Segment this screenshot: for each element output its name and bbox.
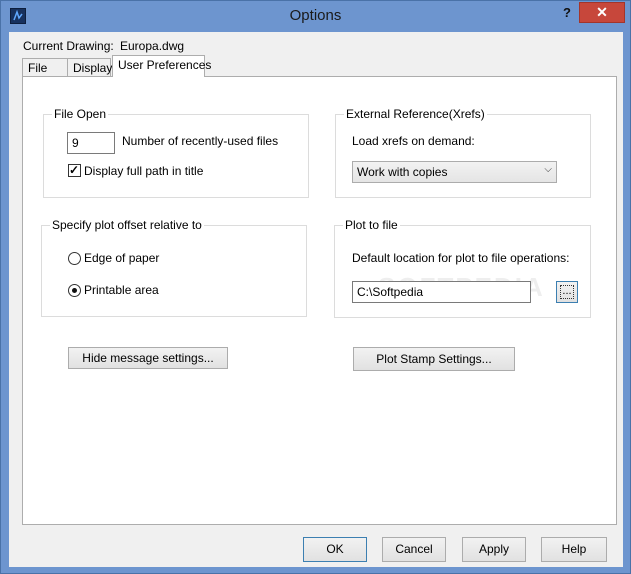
plot-stamp-settings-button[interactable]: Plot Stamp Settings... (353, 347, 515, 371)
full-path-label: Display full path in title (84, 164, 204, 178)
printable-area-label: Printable area (84, 283, 159, 297)
ellipsis-icon: ... (560, 285, 574, 299)
file-open-group: File Open 9 Number of recently-used file… (43, 107, 309, 198)
dialog-client: Current Drawing: Europa.dwg File Display… (9, 32, 623, 567)
plot-location-label: Default location for plot to file operat… (352, 251, 570, 265)
browse-button[interactable]: ... (556, 281, 578, 303)
plot-location-input[interactable]: C:\Softpedia (352, 281, 531, 303)
xrefs-group: External Reference(Xrefs) Load xrefs on … (335, 107, 591, 198)
user-preferences-panel: SOFTPEDIA File Open 9 Number of recently… (22, 76, 617, 525)
edge-of-paper-radio[interactable] (68, 252, 81, 265)
cancel-button[interactable]: Cancel (382, 537, 446, 562)
edge-of-paper-label: Edge of paper (84, 251, 160, 265)
ok-button[interactable]: OK (303, 537, 367, 562)
window-title: Options (289, 7, 342, 24)
load-xrefs-label: Load xrefs on demand: (352, 134, 475, 148)
xrefs-title: External Reference(Xrefs) (344, 107, 487, 121)
plot-to-file-title: Plot to file (343, 218, 400, 232)
options-window: Options ? ✕ Current Drawing: Europa.dwg … (0, 0, 631, 574)
full-path-checkbox[interactable]: ✓ (68, 163, 81, 177)
load-xrefs-selected: Work with copies (357, 165, 448, 179)
chevron-down-icon: ⌵ (544, 164, 552, 175)
current-drawing-label: Current Drawing: (23, 39, 114, 53)
title-bar[interactable]: Options ? ✕ (1, 1, 630, 31)
printable-area-radio[interactable] (68, 284, 81, 297)
hide-message-settings-button[interactable]: Hide message settings... (68, 347, 228, 369)
plot-to-file-group: Plot to file Default location for plot t… (334, 218, 591, 318)
radio-selected-dot (72, 288, 77, 293)
checkmark-icon: ✓ (69, 163, 80, 177)
recent-files-count-input[interactable]: 9 (67, 132, 115, 154)
plot-offset-group: Specify plot offset relative to Edge of … (41, 218, 307, 317)
file-open-title: File Open (52, 107, 109, 121)
tab-file[interactable]: File (22, 58, 68, 78)
help-button[interactable]: Help (541, 537, 607, 562)
close-button[interactable]: ✕ (579, 2, 625, 23)
tab-display[interactable]: Display (67, 58, 112, 78)
recent-files-label: Number of recently-used files (122, 134, 279, 148)
tab-user-preferences[interactable]: User Preferences (112, 55, 211, 77)
apply-button[interactable]: Apply (462, 537, 526, 562)
plot-offset-title: Specify plot offset relative to (50, 218, 204, 232)
help-question-icon[interactable]: ? (556, 4, 578, 24)
load-xrefs-dropdown[interactable]: Work with copies ⌵ (352, 161, 557, 183)
current-drawing-value: Europa.dwg (120, 39, 185, 53)
